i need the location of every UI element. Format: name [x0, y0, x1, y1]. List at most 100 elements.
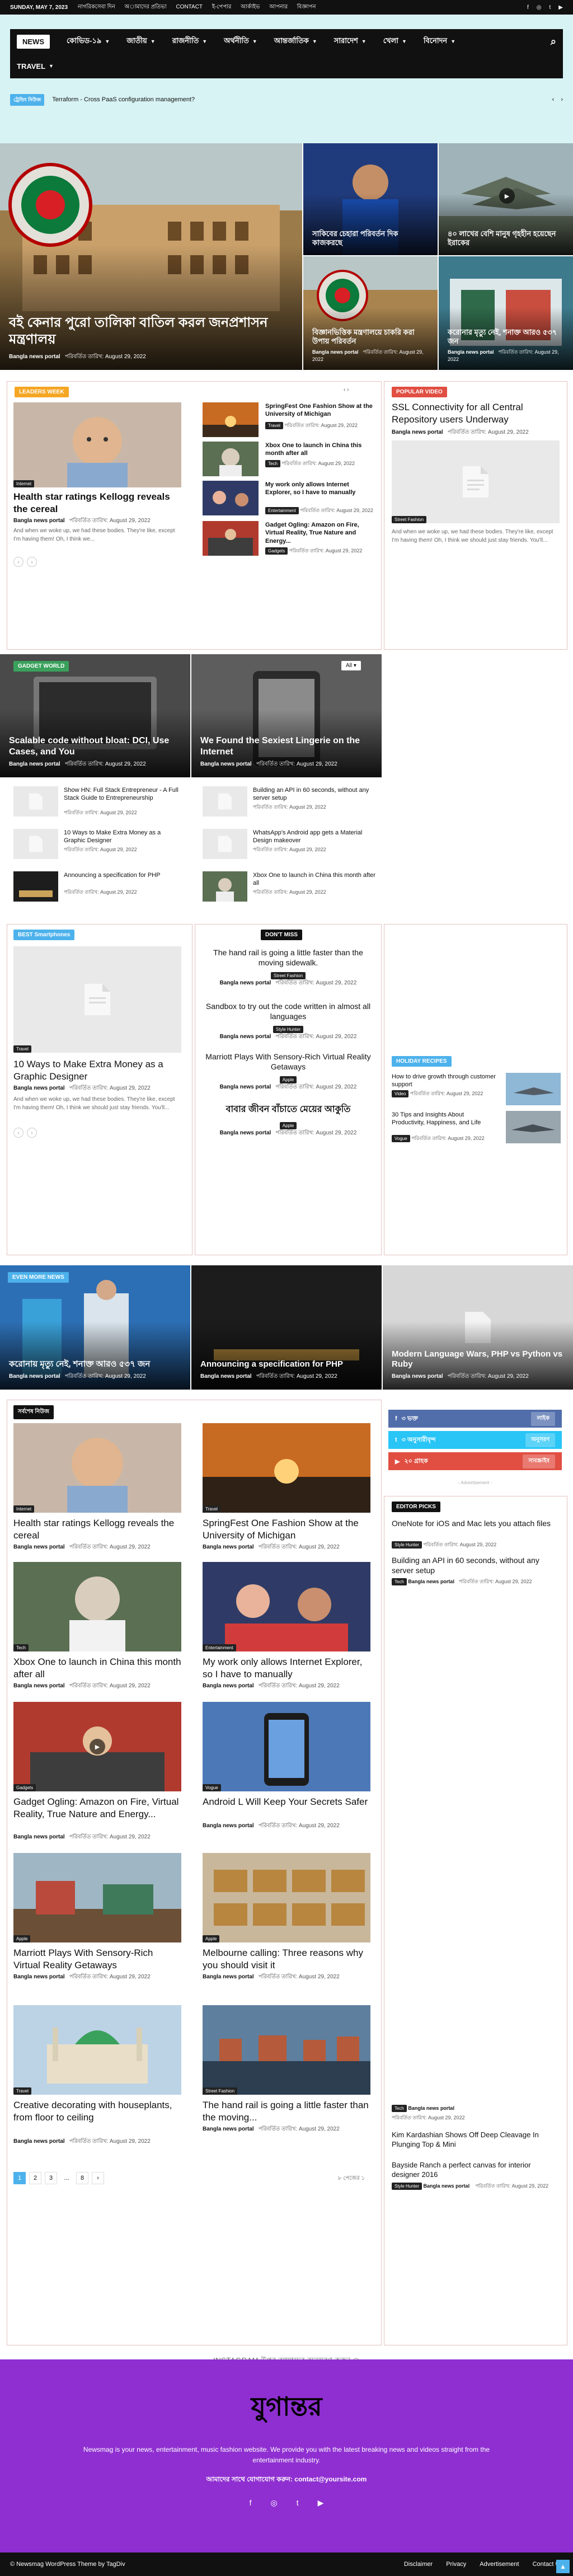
- article-title[interactable]: 10 Ways to Make Extra Money as a Graphic…: [64, 829, 181, 845]
- bottom-link[interactable]: Privacy: [446, 2561, 466, 2568]
- strip-title[interactable]: করোনায় মৃত্যু নেই, শনাক্ত আরও ৫৩৭ জন: [9, 1359, 182, 1370]
- top-link[interactable]: বিজ্ঞাপন: [297, 4, 316, 10]
- article-thumbnail[interactable]: Street Fashion: [392, 440, 560, 523]
- article-title[interactable]: SpringFest One Fashion Show at the Unive…: [265, 402, 375, 419]
- article-thumbnail[interactable]: [13, 829, 58, 859]
- article-title[interactable]: The hand rail is going a little faster t…: [203, 2099, 370, 2124]
- author-name[interactable]: Bangla news portal: [203, 1823, 254, 1829]
- strip-title[interactable]: Announcing a specification for PHP: [200, 1359, 374, 1370]
- chevron-right-icon[interactable]: ›: [92, 2172, 104, 2184]
- category-tag[interactable]: Travel: [13, 1045, 31, 1053]
- category-tag[interactable]: Apple: [203, 1935, 220, 1942]
- category-tag[interactable]: Tech: [265, 460, 280, 467]
- author-name[interactable]: Bangla news portal: [13, 1683, 65, 1689]
- twitter-icon[interactable]: t: [297, 2498, 299, 2508]
- social-cta[interactable]: সাবস্ক্রাইব: [523, 1454, 555, 1468]
- article-title[interactable]: Kim Kardashian Shows Off Deep Cleavage I…: [392, 2131, 560, 2150]
- article-title[interactable]: Android L Will Keep Your Secrets Safer: [203, 1796, 370, 1808]
- article-title[interactable]: The hand rail is going a little faster t…: [204, 947, 373, 968]
- article-thumbnail[interactable]: ▶ Gadgets: [13, 1702, 181, 1791]
- article-thumbnail[interactable]: [203, 481, 259, 515]
- article-thumbnail[interactable]: [203, 871, 247, 902]
- category-tag[interactable]: Video: [392, 1090, 409, 1097]
- article-title[interactable]: বাবার জীবন বাঁচাতে মেয়ের আকুতি: [204, 1104, 373, 1116]
- author-name[interactable]: Bangla news portal: [220, 1034, 271, 1040]
- article-thumbnail[interactable]: Apple: [203, 1853, 370, 1942]
- article-title[interactable]: Marriott Plays With Sensory-Rich Virtual…: [13, 1947, 181, 1972]
- menu-item-covid[interactable]: কোভিড-১৯ ▼: [67, 36, 110, 48]
- bottom-link[interactable]: Advertisement: [480, 2561, 519, 2568]
- article-title[interactable]: Xbox One to launch in China this month a…: [265, 442, 375, 458]
- category-tag[interactable]: Gadgets: [13, 1784, 36, 1791]
- chevron-right-icon[interactable]: ›: [27, 1128, 37, 1138]
- article-thumbnail[interactable]: Internet: [13, 1423, 181, 1513]
- author-name[interactable]: Bangla news portal: [424, 2183, 470, 2189]
- article-title[interactable]: Xbox One to launch in China this month a…: [13, 1656, 181, 1681]
- author-name[interactable]: Bangla news portal: [13, 1834, 65, 1840]
- article-thumbnail[interactable]: Vogue: [203, 1702, 370, 1791]
- author-name[interactable]: Bangla news portal: [13, 2138, 65, 2145]
- article-thumbnail[interactable]: Entertainment: [203, 1562, 370, 1651]
- author-name[interactable]: Bangla news portal: [203, 2126, 254, 2132]
- article-title[interactable]: OneNote for iOS and Mac lets you attach …: [392, 1518, 560, 1528]
- page-link[interactable]: 3: [45, 2172, 57, 2184]
- article-title[interactable]: Health star ratings Kellogg reveals the …: [13, 491, 181, 515]
- author-name[interactable]: Bangla news portal: [220, 1130, 271, 1136]
- youtube-icon[interactable]: ▶: [558, 4, 563, 11]
- footer-logo[interactable]: যুগান্তর: [0, 2387, 573, 2430]
- article-thumbnail[interactable]: [506, 1111, 561, 1143]
- article-thumbnail[interactable]: Street Fashion: [203, 2005, 370, 2095]
- author-name[interactable]: Bangla news portal: [13, 1544, 65, 1550]
- article-thumbnail[interactable]: [13, 871, 58, 902]
- article-thumbnail[interactable]: [203, 521, 259, 556]
- article-title[interactable]: WhatsApp's Android app gets a Material D…: [253, 829, 376, 845]
- category-tag[interactable]: Travel: [203, 1505, 220, 1513]
- play-icon[interactable]: ▶: [90, 1739, 105, 1754]
- menu-item-national[interactable]: জাতীয় ▼: [126, 36, 155, 48]
- article-title[interactable]: Gadget Ogling: Amazon on Fire, Virtual R…: [13, 1796, 181, 1820]
- bottom-link[interactable]: Disclaimer: [404, 2561, 433, 2568]
- category-tag[interactable]: Travel: [265, 422, 283, 429]
- menu-item-politics[interactable]: রাজনীতি ▼: [172, 36, 207, 48]
- category-tag[interactable]: Gadgets: [265, 547, 288, 555]
- article-thumbnail[interactable]: [203, 402, 259, 437]
- author-name[interactable]: Bangla news portal: [448, 349, 494, 355]
- hero-cell[interactable]: বিজ্ঞানভিত্তিক মন্ত্রণালয়ে চাকরি করা উপ…: [303, 256, 438, 370]
- twitter-icon[interactable]: t: [549, 4, 551, 11]
- menu-item-international[interactable]: আন্তর্জাতিক ▼: [274, 36, 317, 48]
- article-thumbnail[interactable]: [203, 829, 247, 859]
- category-tag[interactable]: Travel: [13, 2087, 31, 2095]
- facebook-icon[interactable]: f: [250, 2498, 252, 2508]
- article-title[interactable]: Building an API in 60 seconds, without a…: [392, 1555, 560, 1575]
- strip-card[interactable]: Announcing a specification for PHP Bangla…: [191, 1265, 382, 1390]
- strip-card[interactable]: Modern Language Wars, PHP vs Python vs R…: [383, 1265, 573, 1390]
- author-name[interactable]: Bangla news portal: [9, 1373, 60, 1380]
- page-link[interactable]: 2: [29, 2172, 41, 2184]
- hero-cell[interactable]: ▶ ৪০ লাখের বেশি মানুষ গৃহহীন হয়েছেন ইরা…: [439, 143, 573, 255]
- author-name[interactable]: Bangla news portal: [13, 518, 65, 524]
- social-cta[interactable]: লাইক: [531, 1411, 555, 1426]
- author-name[interactable]: Bangla news portal: [13, 1085, 65, 1091]
- author-name[interactable]: Bangla news portal: [203, 1544, 254, 1550]
- filter-dropdown[interactable]: All ▾: [341, 661, 361, 670]
- article-title[interactable]: Sandbox to try out the code written in a…: [204, 1001, 373, 1021]
- article-thumbnail[interactable]: Travel: [13, 946, 181, 1053]
- category-tag[interactable]: Entertainment: [203, 1644, 236, 1651]
- hero-main-title[interactable]: বই কেনার পুরো তালিকা বাতিল করল জনপ্রশাসন…: [9, 315, 294, 348]
- page-link[interactable]: 8: [76, 2172, 88, 2184]
- menu-item-entertainment[interactable]: বিনোদন ▼: [424, 36, 455, 48]
- article-title[interactable]: Show HN: Full Stack Entrepreneur - A Ful…: [64, 786, 181, 803]
- author-name[interactable]: Bangla news portal: [200, 1373, 252, 1380]
- author-name[interactable]: Bangla news portal: [392, 429, 443, 435]
- top-link[interactable]: অামাদের প্রতিভা: [125, 4, 167, 10]
- author-name[interactable]: Bangla news portal: [408, 1579, 454, 1584]
- top-link[interactable]: আপনার: [269, 4, 288, 10]
- category-tag[interactable]: Internet: [13, 1505, 35, 1513]
- author-name[interactable]: Bangla news portal: [9, 354, 60, 360]
- top-link[interactable]: ই-পেপার: [212, 4, 232, 10]
- article-title[interactable]: 30 Tips and Insights About Productivity,…: [392, 1111, 498, 1127]
- article-title[interactable]: Creative decorating with houseplants, fr…: [13, 2099, 181, 2124]
- menu-item-sports[interactable]: খেলা ▼: [383, 36, 407, 48]
- author-name[interactable]: Bangla news portal: [408, 2105, 454, 2111]
- article-title[interactable]: My work only allows Internet Explorer, s…: [265, 481, 375, 497]
